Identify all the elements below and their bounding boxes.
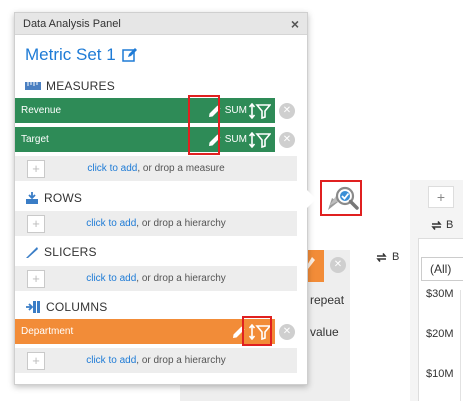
swap-icon [376, 252, 387, 262]
highlight-box-sort-filter [242, 316, 272, 346]
panel-title: Data Analysis Panel [23, 17, 121, 30]
section-measures: MEASURES [25, 79, 115, 93]
columns-drop-hint: click to add, or drop a hierarchy [15, 355, 297, 366]
swap-icon [431, 220, 442, 230]
aggregation-label[interactable]: SUM [225, 134, 247, 145]
search-analysis-icon [328, 186, 359, 210]
metric-set-title[interactable]: Metric Set 1 [25, 45, 116, 65]
rows-add-link[interactable]: click to add [86, 218, 136, 229]
panel-pointer [307, 190, 316, 208]
slicer-icon [26, 247, 38, 258]
aggregation-label[interactable]: SUM [225, 105, 247, 116]
measure-item-target[interactable]: Target SUM ✕ [15, 127, 297, 152]
slicers-add-link[interactable]: click to add [86, 273, 136, 284]
chart-tick-label: $10M [426, 368, 454, 380]
remove-icon[interactable]: ✕ [279, 132, 295, 148]
column-pill[interactable]: Department [15, 319, 275, 344]
measures-drop-rest: , or drop a measure [137, 163, 225, 174]
section-rows: ROWS [25, 191, 82, 205]
rows-icon [26, 192, 38, 204]
remove-icon[interactable]: ✕ [279, 324, 295, 340]
rows-drop-rest: , or drop a hierarchy [136, 218, 226, 229]
ruler-icon [25, 82, 41, 90]
section-columns: COLUMNS [25, 300, 107, 314]
measure-item-revenue[interactable]: Revenue SUM ✕ [15, 98, 297, 123]
background-remove-icon: ✕ [330, 257, 346, 273]
chart-b-label: B [446, 219, 454, 231]
sort-filter-icon[interactable] [249, 131, 271, 148]
measures-add-link[interactable]: click to add [87, 163, 137, 174]
section-rows-label: ROWS [44, 191, 83, 205]
columns-icon [26, 301, 40, 313]
measures-drop-hint: click to add, or drop a measure [15, 163, 297, 174]
background-swap-b[interactable]: B [375, 251, 399, 263]
chart-all-select[interactable]: (All) [421, 257, 463, 281]
chart-tick-label: $20M [426, 328, 454, 340]
slicers-drop-rest: , or drop a hierarchy [136, 273, 226, 284]
measure-pill[interactable]: Target SUM [15, 127, 275, 152]
search-analysis-button[interactable] [320, 180, 362, 216]
panel-header: Data Analysis Panel × [15, 13, 307, 35]
chart-swap-b[interactable]: B [430, 219, 453, 231]
columns-drop-zone[interactable]: + click to add, or drop a hierarchy [15, 348, 297, 373]
chart-tick-label: $30M [426, 288, 454, 300]
measure-pill[interactable]: Revenue SUM [15, 98, 275, 123]
sort-filter-icon[interactable] [249, 102, 271, 119]
background-b-label: B [392, 251, 400, 263]
slicers-drop-zone[interactable]: + click to add, or drop a hierarchy [15, 266, 297, 291]
section-slicers-label: SLICERS [44, 245, 97, 259]
section-columns-label: COLUMNS [46, 300, 108, 314]
highlight-box-pencils [188, 95, 220, 155]
section-measures-label: MEASURES [46, 79, 115, 93]
rows-drop-hint: click to add, or drop a hierarchy [15, 218, 297, 229]
section-slicers: SLICERS [25, 245, 97, 259]
metric-set-header: Metric Set 1 [25, 45, 138, 65]
data-analysis-panel: Data Analysis Panel × Metric Set 1 MEASU… [14, 12, 316, 385]
chart-add-button[interactable]: + [428, 186, 454, 208]
close-icon[interactable]: × [291, 17, 299, 31]
slicers-drop-hint: click to add, or drop a hierarchy [15, 273, 297, 284]
columns-drop-rest: , or drop a hierarchy [136, 355, 226, 366]
rows-drop-zone[interactable]: + click to add, or drop a hierarchy [15, 211, 297, 236]
measures-drop-zone[interactable]: + click to add, or drop a measure [15, 156, 297, 181]
edit-icon[interactable] [121, 47, 138, 63]
remove-icon[interactable]: ✕ [279, 103, 295, 119]
columns-add-link[interactable]: click to add [86, 355, 136, 366]
